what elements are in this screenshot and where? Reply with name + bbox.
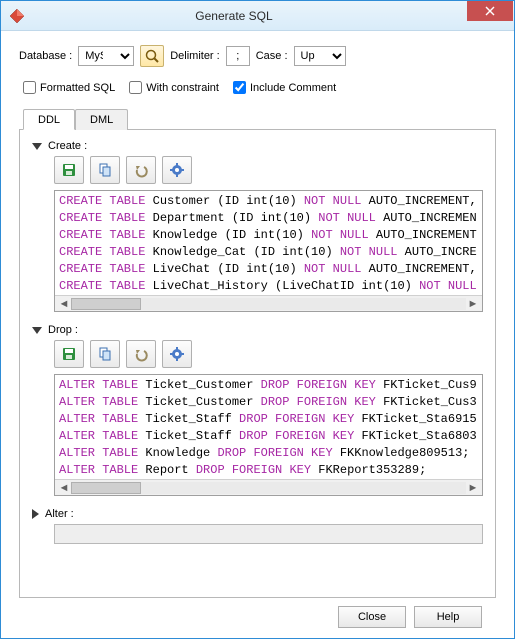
drop-code-area[interactable]: ALTER TABLE Ticket_Customer DROP FOREIGN…: [54, 374, 483, 496]
drop-save-button[interactable]: [54, 340, 84, 368]
alter-code-area: [54, 524, 483, 544]
save-icon: [61, 162, 77, 178]
drop-label: Drop :: [48, 324, 78, 336]
window-title: Generate SQL: [1, 9, 467, 23]
save-icon: [61, 346, 77, 362]
scroll-thumb[interactable]: [71, 298, 141, 310]
create-undo-button[interactable]: [126, 156, 156, 184]
titlebar: Generate SQL: [1, 1, 514, 31]
tab-ddl[interactable]: DDL: [23, 109, 75, 130]
undo-icon: [133, 162, 149, 178]
drop-collapse-toggle[interactable]: [32, 327, 42, 334]
case-select[interactable]: Upper: [294, 46, 346, 66]
create-collapse-toggle[interactable]: [32, 143, 42, 150]
gear-icon: [169, 162, 185, 178]
copy-icon: [97, 162, 113, 178]
preview-button[interactable]: [140, 45, 164, 67]
create-label: Create :: [48, 140, 87, 152]
window-close-button[interactable]: [467, 1, 513, 21]
magnify-icon: [144, 48, 160, 64]
drop-copy-button[interactable]: [90, 340, 120, 368]
code-line: CREATE TABLE LiveChat_History (LiveChatI…: [59, 278, 478, 295]
drop-hscrollbar[interactable]: ◄ ►: [55, 479, 482, 495]
create-copy-button[interactable]: [90, 156, 120, 184]
drop-toolbar: [54, 340, 483, 368]
close-button[interactable]: Close: [338, 606, 406, 628]
close-icon: [485, 6, 495, 16]
code-line: CREATE TABLE Knowledge_Cat (ID int(10) N…: [59, 244, 478, 261]
scroll-right-icon[interactable]: ►: [466, 298, 480, 310]
alter-section: Alter :: [32, 508, 483, 544]
with-constraint-checkbox[interactable]: With constraint: [129, 81, 219, 94]
drop-undo-button[interactable]: [126, 340, 156, 368]
scroll-left-icon[interactable]: ◄: [57, 298, 71, 310]
code-line: ALTER TABLE Ticket_Customer DROP FOREIGN…: [59, 394, 478, 411]
create-save-button[interactable]: [54, 156, 84, 184]
code-line: CREATE TABLE LiveChat (ID int(10) NOT NU…: [59, 261, 478, 278]
dialog-content: Database : MySQL Delimiter : Case : Uppe…: [1, 31, 514, 638]
formatted-sql-checkbox[interactable]: Formatted SQL: [23, 81, 115, 94]
database-label: Database :: [19, 50, 72, 62]
code-line: ALTER TABLE Ticket_Staff DROP FOREIGN KE…: [59, 428, 478, 445]
app-icon: [9, 8, 25, 24]
drop-settings-button[interactable]: [162, 340, 192, 368]
options-row: Formatted SQL With constraint Include Co…: [19, 81, 496, 94]
scroll-right-icon[interactable]: ►: [466, 482, 480, 494]
drop-section: Drop :: [32, 324, 483, 496]
include-comment-checkbox[interactable]: Include Comment: [233, 81, 336, 94]
create-code-area[interactable]: CREATE TABLE Customer (ID int(10) NOT NU…: [54, 190, 483, 312]
help-button[interactable]: Help: [414, 606, 482, 628]
scroll-thumb[interactable]: [71, 482, 141, 494]
formatted-sql-check[interactable]: [23, 81, 36, 94]
undo-icon: [133, 346, 149, 362]
formatted-sql-label: Formatted SQL: [40, 82, 115, 94]
gear-icon: [169, 346, 185, 362]
alter-label: Alter :: [45, 508, 74, 520]
scroll-track[interactable]: [71, 298, 466, 310]
code-line: ALTER TABLE Ticket_Customer DROP FOREIGN…: [59, 377, 478, 394]
create-section: Create :: [32, 140, 483, 312]
include-comment-check[interactable]: [233, 81, 246, 94]
create-toolbar: [54, 156, 483, 184]
code-line: ALTER TABLE Knowledge DROP FOREIGN KEY F…: [59, 445, 478, 462]
scroll-left-icon[interactable]: ◄: [57, 482, 71, 494]
code-line: CREATE TABLE Knowledge (ID int(10) NOT N…: [59, 227, 478, 244]
dialog-footer: Close Help: [19, 598, 496, 628]
tab-strip: DDL DML: [19, 108, 496, 130]
tab-panel-ddl: Create :: [19, 130, 496, 598]
database-select[interactable]: MySQL: [78, 46, 134, 66]
code-line: ALTER TABLE Report DROP FOREIGN KEY FKRe…: [59, 462, 478, 479]
scroll-track[interactable]: [71, 482, 466, 494]
code-line: CREATE TABLE Department (ID int(10) NOT …: [59, 210, 478, 227]
code-line: CREATE TABLE Customer (ID int(10) NOT NU…: [59, 193, 478, 210]
create-settings-button[interactable]: [162, 156, 192, 184]
create-hscrollbar[interactable]: ◄ ►: [55, 295, 482, 311]
delimiter-input[interactable]: [226, 46, 250, 66]
include-comment-label: Include Comment: [250, 82, 336, 94]
settings-row: Database : MySQL Delimiter : Case : Uppe…: [19, 45, 496, 67]
case-label: Case :: [256, 50, 288, 62]
copy-icon: [97, 346, 113, 362]
tab-dml[interactable]: DML: [75, 109, 128, 130]
delimiter-label: Delimiter :: [170, 50, 220, 62]
alter-collapse-toggle[interactable]: [32, 509, 39, 519]
code-line: ALTER TABLE Ticket_Staff DROP FOREIGN KE…: [59, 411, 478, 428]
with-constraint-check[interactable]: [129, 81, 142, 94]
with-constraint-label: With constraint: [146, 82, 219, 94]
